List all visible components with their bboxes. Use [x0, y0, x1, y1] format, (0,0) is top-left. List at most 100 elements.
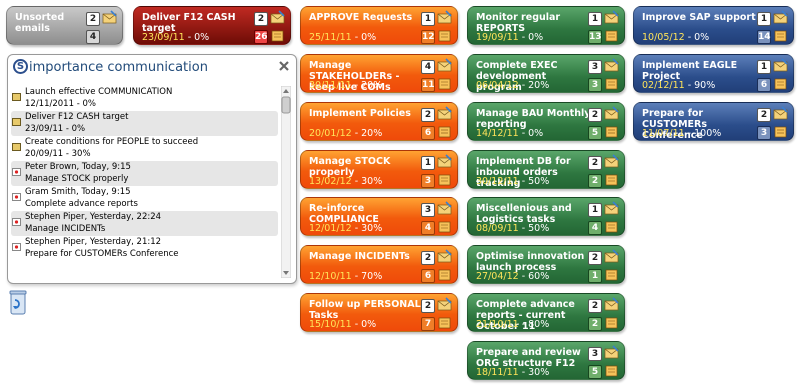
- tile-implement-eagle[interactable]: Implement EAGLE Project 02/12/11 - 90% 1…: [633, 54, 794, 93]
- tile-approve[interactable]: APPROVE Requests 25/11/11 - 0% 1 12: [300, 6, 458, 45]
- tile-date: 06/04/12: [476, 80, 519, 91]
- tile-status: 27/04/12 - 60%: [476, 271, 549, 282]
- item-line1: Stephen Piper, Yesterday, 22:24: [25, 212, 162, 222]
- tile-manage-incidents[interactable]: Manage INCIDENTs 12/10/11 - 70% 2 6: [300, 245, 458, 284]
- notes-icon[interactable]: [604, 172, 619, 187]
- tile-status: 30/11/11 - 20%: [309, 80, 382, 91]
- count-badge: 1: [588, 203, 602, 217]
- tile-manage-bau[interactable]: Manage BAU Monthly reporting 14/12/11 - …: [467, 102, 625, 141]
- notes-icon[interactable]: [773, 124, 788, 139]
- tile-progress: - 0%: [184, 32, 210, 43]
- count-badge-secondary: 11: [421, 78, 435, 92]
- list-item[interactable]: Deliver F12 CASH target 23/09/11 - 0%: [11, 111, 278, 136]
- notes-icon[interactable]: [604, 76, 619, 91]
- notes-icon[interactable]: [604, 267, 619, 282]
- tile-date: 18/11/11: [476, 367, 519, 378]
- tile-optimise[interactable]: Optimise innovation launch process 27/04…: [467, 245, 625, 284]
- email-icon[interactable]: [604, 249, 619, 264]
- email-icon[interactable]: [773, 58, 788, 73]
- list-item[interactable]: Launch effective COMMUNICATION 12/11/201…: [11, 86, 278, 111]
- tile-follow-up[interactable]: Follow up PERSONAL Tasks 15/10/11 - 0% 2…: [300, 293, 458, 332]
- tile-status: 12/10/11 - 70%: [309, 271, 382, 282]
- notes-icon[interactable]: [604, 124, 619, 139]
- tile-implement-policies[interactable]: Implement Policies 20/01/12 - 20% 2 6: [300, 102, 458, 141]
- count-badge-secondary: 6: [757, 78, 771, 92]
- tile-manage-stock[interactable]: Manage STOCK properly 13/02/12 - 30% 1 3: [300, 150, 458, 189]
- tile-complete-exec[interactable]: Complete EXEC development program 06/04/…: [467, 54, 625, 93]
- notes-icon[interactable]: [270, 28, 285, 43]
- tile-prepare-org[interactable]: Prepare and review ORG structure F12 18/…: [467, 341, 625, 380]
- tile-deliver-f12[interactable]: Deliver F12 CASH target 23/09/11 - 0% 2 …: [133, 6, 291, 45]
- tile-progress: - 80%: [518, 319, 550, 330]
- recycle-bin-icon[interactable]: [9, 289, 27, 316]
- notes-icon[interactable]: [773, 28, 788, 43]
- tile-misc[interactable]: Miscellenious and Logistics tasks 08/09/…: [467, 197, 625, 236]
- notes-icon[interactable]: [437, 315, 452, 330]
- count-badge-secondary: 12: [421, 30, 435, 44]
- count-badge: 1: [421, 156, 435, 170]
- tile-prepare-customers[interactable]: Prepare for CUSTOMERs Conference 11/07/1…: [633, 102, 794, 141]
- notes-icon[interactable]: [437, 76, 452, 91]
- email-icon[interactable]: [437, 58, 452, 73]
- count-badge-secondary: 5: [588, 365, 602, 379]
- notes-icon[interactable]: [604, 363, 619, 378]
- tile-progress: - 20%: [351, 80, 383, 91]
- count-badge-secondary: 5: [588, 126, 602, 140]
- list-item[interactable]: Peter Brown, Today, 9:15 Manage STOCK pr…: [11, 161, 278, 186]
- tile-implement-db[interactable]: Implement DB for inbound orders tracking…: [467, 150, 625, 189]
- email-icon[interactable]: [102, 10, 117, 25]
- list-item[interactable]: Create conditions for PEOPLE to succeed …: [11, 136, 278, 161]
- notes-icon[interactable]: [437, 28, 452, 43]
- tile-improve-sap[interactable]: Improve SAP support 10/05/12 - 0% 1 14: [633, 6, 794, 45]
- count-badge-secondary: 3: [588, 78, 602, 92]
- email-icon[interactable]: [437, 10, 452, 25]
- count-badge-secondary: 26: [254, 30, 268, 44]
- task-icon: [12, 118, 21, 126]
- item-line1: Peter Brown, Today, 9:15: [25, 162, 131, 172]
- count-badge-secondary: 4: [421, 221, 435, 235]
- email-icon[interactable]: [437, 249, 452, 264]
- email-icon[interactable]: [773, 10, 788, 25]
- tile-progress: - 20%: [518, 80, 550, 91]
- email-icon[interactable]: [604, 58, 619, 73]
- email-icon[interactable]: [437, 297, 452, 312]
- email-icon[interactable]: [773, 106, 788, 121]
- close-icon[interactable]: [279, 61, 289, 71]
- tile-reinforce[interactable]: Re-inforce COMPLIANCE 12/01/12 - 30% 3 4: [300, 197, 458, 236]
- scrollbar[interactable]: [281, 86, 291, 278]
- email-icon[interactable]: [604, 345, 619, 360]
- email-icon[interactable]: [604, 297, 619, 312]
- count-badge-secondary: 7: [421, 317, 435, 331]
- count-badge-secondary: 14: [757, 30, 771, 44]
- list-item[interactable]: Gram Smith, Today, 9:15 Complete advance…: [11, 186, 278, 211]
- notes-icon[interactable]: [604, 315, 619, 330]
- email-icon[interactable]: [437, 154, 452, 169]
- notes-icon[interactable]: [437, 267, 452, 282]
- email-icon[interactable]: [604, 201, 619, 216]
- notes-icon[interactable]: [437, 124, 452, 139]
- tile-progress: - 30%: [351, 223, 383, 234]
- tile-monitor[interactable]: Monitor regular REPORTS 19/09/11 - 0% 1 …: [467, 6, 625, 45]
- notes-icon[interactable]: [773, 76, 788, 91]
- notes-icon[interactable]: [604, 219, 619, 234]
- email-icon[interactable]: [604, 154, 619, 169]
- count-badge: 2: [254, 12, 268, 26]
- tile-date: 30/12/11: [476, 176, 519, 187]
- list-item[interactable]: Stephen Piper, Yesterday, 21:12 Prepare …: [11, 236, 278, 261]
- email-icon[interactable]: [604, 106, 619, 121]
- tile-unsorted[interactable]: Unsorted emails 2 4: [6, 6, 123, 45]
- notes-icon[interactable]: [437, 172, 452, 187]
- email-icon[interactable]: [437, 106, 452, 121]
- notes-icon[interactable]: [604, 28, 619, 43]
- tile-title: Deliver F12 CASH target: [142, 12, 236, 34]
- tile-manage-stakeholders[interactable]: Manage STAKEHOLDERs - keep live COMs 30/…: [300, 54, 458, 93]
- tile-complete-advance[interactable]: Complete advance reports - current Octob…: [467, 293, 625, 332]
- email-icon[interactable]: [437, 201, 452, 216]
- count-badge: 3: [588, 347, 602, 361]
- notes-icon[interactable]: [437, 219, 452, 234]
- email-icon[interactable]: [604, 10, 619, 25]
- count-badge: 2: [588, 108, 602, 122]
- email-icon[interactable]: [270, 10, 285, 25]
- list-item[interactable]: Stephen Piper, Yesterday, 22:24 Manage I…: [11, 211, 278, 236]
- count-badge-secondary: 6: [421, 126, 435, 140]
